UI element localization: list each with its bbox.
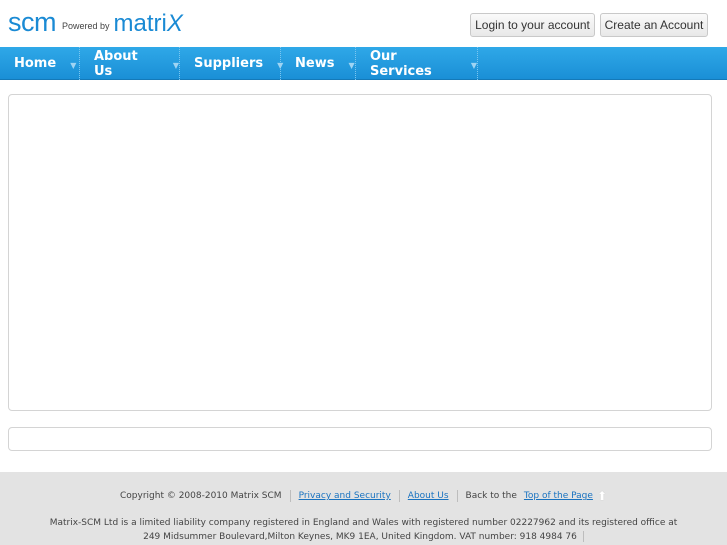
chevron-down-icon: ▼ [70, 60, 77, 70]
top-of-page-link[interactable]: Top of the Page [524, 491, 593, 501]
arrow-up-icon[interactable]: ⬆ [597, 489, 607, 503]
legal-text-line-2-wrap: 249 Midsummer Boulevard,Milton Keynes, M… [0, 530, 727, 544]
nav-item-label: Home [14, 56, 57, 71]
footer-divider [398, 490, 400, 502]
about-us-link[interactable]: About Us [408, 491, 449, 501]
login-button[interactable]: Login to your account [470, 13, 595, 37]
main-nav: Home ▼ About Us ▼ Suppliers ▼ News ▼ Our… [0, 47, 727, 80]
nav-item-label: About Us [94, 48, 138, 79]
logo-matrix-text: matriX [114, 12, 183, 36]
nav-item-about-us[interactable]: About Us ▼ [80, 47, 180, 80]
nav-item-our-services[interactable]: Our Services ▼ [356, 47, 478, 80]
footer-links-row: Copyright © 2008-2010 Matrix SCM Privacy… [0, 489, 727, 503]
site-footer: Copyright © 2008-2010 Matrix SCM Privacy… [0, 472, 727, 545]
privacy-link[interactable]: Privacy and Security [299, 491, 391, 501]
secondary-content-panel [8, 427, 712, 451]
main-content-panel [8, 94, 712, 411]
nav-item-label: Our Services [370, 48, 432, 79]
footer-divider [582, 531, 584, 542]
nav-item-news[interactable]: News ▼ [281, 47, 356, 80]
legal-text-line-1: Matrix-SCM Ltd is a limited liability co… [49, 518, 678, 528]
chevron-down-icon: ▼ [470, 60, 477, 70]
logo-matrix-main: matri [113, 10, 167, 37]
create-account-button[interactable]: Create an Account [600, 13, 708, 37]
logo-matrix-x: X [166, 10, 183, 37]
legal-text-line-2: 249 Midsummer Boulevard,Milton Keynes, M… [143, 532, 577, 542]
footer-divider [456, 490, 458, 502]
nav-item-label: News [295, 56, 335, 71]
back-to-text: Back to the [465, 491, 517, 501]
logo-powered-by-text: Powered by [62, 21, 110, 31]
site-header: scm Powered by matriX Login to your acco… [0, 0, 727, 47]
site-logo[interactable]: scm Powered by matriX [8, 9, 183, 36]
nav-item-suppliers[interactable]: Suppliers ▼ [180, 47, 283, 80]
nav-item-label: Suppliers [194, 56, 264, 71]
nav-item-home[interactable]: Home ▼ [0, 47, 80, 80]
logo-scm-text: scm [8, 7, 57, 37]
chevron-down-icon: ▼ [348, 60, 355, 70]
copyright-text: Copyright © 2008-2010 Matrix SCM [120, 491, 282, 501]
footer-divider [289, 490, 291, 502]
chevron-down-icon: ▼ [172, 60, 179, 70]
